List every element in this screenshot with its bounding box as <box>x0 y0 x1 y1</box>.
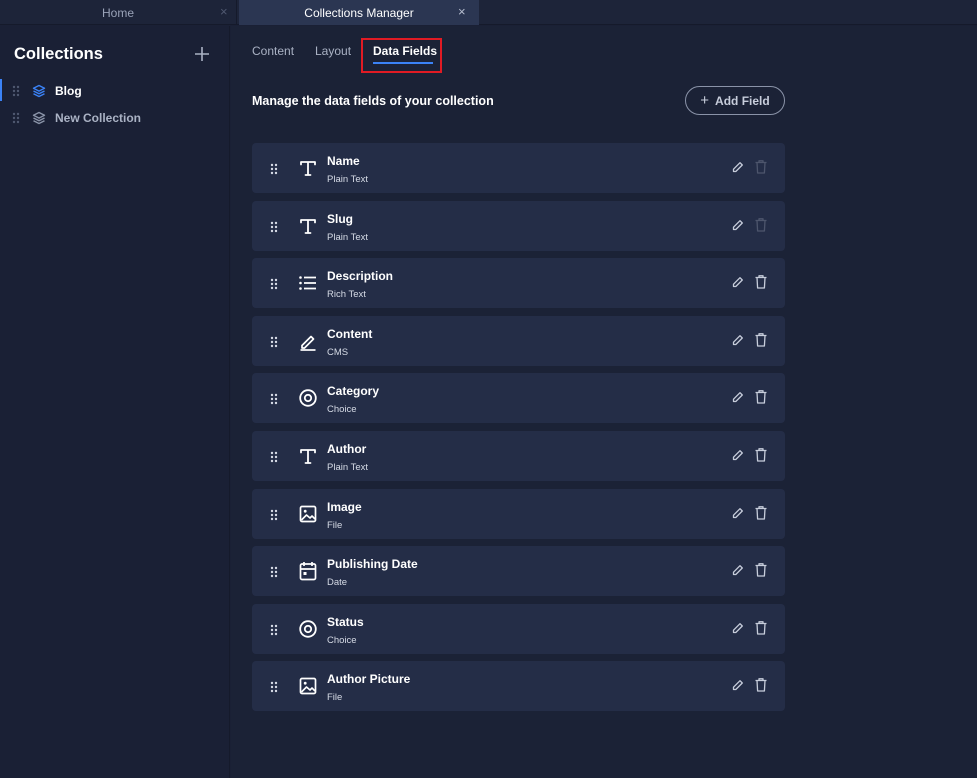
plus-icon <box>195 47 209 61</box>
drag-handle-icon[interactable] <box>270 335 278 353</box>
trash-icon[interactable] <box>754 447 768 468</box>
field-name: Status <box>327 615 364 629</box>
sidebar-item-label: New Collection <box>55 111 142 125</box>
tab-layout[interactable]: Layout <box>315 44 351 58</box>
field-type: Plain Text <box>327 232 369 243</box>
edit-icon[interactable] <box>731 506 745 525</box>
trash-icon[interactable] <box>754 505 768 526</box>
drag-handle-icon[interactable] <box>270 162 278 180</box>
list-icon <box>298 272 318 294</box>
field-name: Category <box>327 384 380 398</box>
trash-icon <box>754 159 768 180</box>
tab-highlight-box <box>361 38 442 73</box>
close-icon[interactable]: × <box>458 5 466 18</box>
layers-icon <box>32 111 46 125</box>
field-row-image[interactable]: Image File <box>252 489 785 539</box>
text-icon <box>298 445 318 467</box>
drag-handle-icon[interactable] <box>270 392 278 410</box>
edit-icon[interactable] <box>731 390 745 409</box>
close-icon[interactable]: × <box>220 5 228 18</box>
field-row-slug[interactable]: Slug Plain Text <box>252 201 785 251</box>
trash-icon <box>754 217 768 238</box>
tab-home-label: Home <box>101 5 134 20</box>
calendar-icon <box>298 560 318 582</box>
field-type: Choice <box>327 404 357 415</box>
field-name: Name <box>327 154 360 168</box>
add-field-button[interactable]: + Add Field <box>685 86 785 115</box>
field-name: Publishing Date <box>327 557 418 571</box>
trash-icon[interactable] <box>754 389 768 410</box>
collection-main-panel: Content Layout Data Fields Manage the da… <box>231 26 977 778</box>
tab-home[interactable]: Home × <box>0 0 237 25</box>
drag-handle-icon[interactable] <box>12 85 20 97</box>
field-type: File <box>327 692 343 703</box>
add-field-label: Add Field <box>715 93 770 108</box>
field-type: Rich Text <box>327 289 366 300</box>
field-row-publishing-date[interactable]: Publishing Date Date <box>252 546 785 596</box>
plus-icon: + <box>700 92 710 109</box>
drag-handle-icon[interactable] <box>12 112 20 124</box>
sidebar-title: Collections <box>14 45 103 63</box>
edit-icon[interactable] <box>731 218 745 237</box>
pen-icon <box>298 330 318 352</box>
sidebar-item-new-collection[interactable]: New Collection <box>0 106 229 130</box>
tab-content[interactable]: Content <box>252 44 294 58</box>
choice-icon <box>298 387 318 409</box>
field-type: Plain Text <box>327 462 369 473</box>
trash-icon[interactable] <box>754 562 768 583</box>
field-name: Image <box>327 500 362 514</box>
edit-icon[interactable] <box>731 621 745 640</box>
page-title: Manage the data fields of your collectio… <box>252 94 494 108</box>
trash-icon[interactable] <box>754 332 768 353</box>
field-name: Author Picture <box>327 672 411 686</box>
edit-icon[interactable] <box>731 448 745 467</box>
tab-collections-manager-label: Collections Manager <box>304 5 414 20</box>
drag-handle-icon[interactable] <box>270 277 278 295</box>
trash-icon[interactable] <box>754 677 768 698</box>
text-icon <box>298 157 318 179</box>
edit-icon[interactable] <box>731 563 745 582</box>
field-type: File <box>327 520 343 531</box>
field-type: Plain Text <box>327 174 369 185</box>
image-icon <box>298 675 318 697</box>
tab-collections-manager[interactable]: Collections Manager × <box>239 0 479 25</box>
field-row-category[interactable]: Category Choice <box>252 373 785 423</box>
drag-handle-icon[interactable] <box>270 680 278 698</box>
field-type: Date <box>327 577 348 588</box>
sidebar-item-blog[interactable]: Blog <box>0 79 229 103</box>
choice-icon <box>298 618 318 640</box>
drag-handle-icon[interactable] <box>270 220 278 238</box>
field-row-author-picture[interactable]: Author Picture File <box>252 661 785 711</box>
field-name: Author <box>327 442 367 456</box>
field-row-name[interactable]: Name Plain Text <box>252 143 785 193</box>
field-row-status[interactable]: Status Choice <box>252 604 785 654</box>
field-name: Description <box>327 269 394 283</box>
trash-icon[interactable] <box>754 620 768 641</box>
field-row-author[interactable]: Author Plain Text <box>252 431 785 481</box>
collections-sidebar: Collections Blog New Collection <box>0 26 230 778</box>
drag-handle-icon[interactable] <box>270 450 278 468</box>
image-icon <box>298 503 318 525</box>
edit-icon[interactable] <box>731 160 745 179</box>
drag-handle-icon[interactable] <box>270 565 278 583</box>
field-row-description[interactable]: Description Rich Text <box>252 258 785 308</box>
drag-handle-icon[interactable] <box>270 508 278 526</box>
field-name: Content <box>327 327 373 341</box>
drag-handle-icon[interactable] <box>270 623 278 641</box>
edit-icon[interactable] <box>731 275 745 294</box>
edit-icon[interactable] <box>731 678 745 697</box>
trash-icon[interactable] <box>754 274 768 295</box>
text-icon <box>298 215 318 237</box>
field-type: Choice <box>327 635 357 646</box>
field-type: CMS <box>327 347 349 358</box>
layers-icon <box>32 84 46 98</box>
edit-icon[interactable] <box>731 333 745 352</box>
sidebar-item-label: Blog <box>55 84 82 98</box>
window-tab-bar: Home × Collections Manager × <box>0 0 977 25</box>
field-row-content[interactable]: Content CMS <box>252 316 785 366</box>
add-collection-button[interactable] <box>191 43 213 65</box>
field-name: Slug <box>327 212 353 226</box>
